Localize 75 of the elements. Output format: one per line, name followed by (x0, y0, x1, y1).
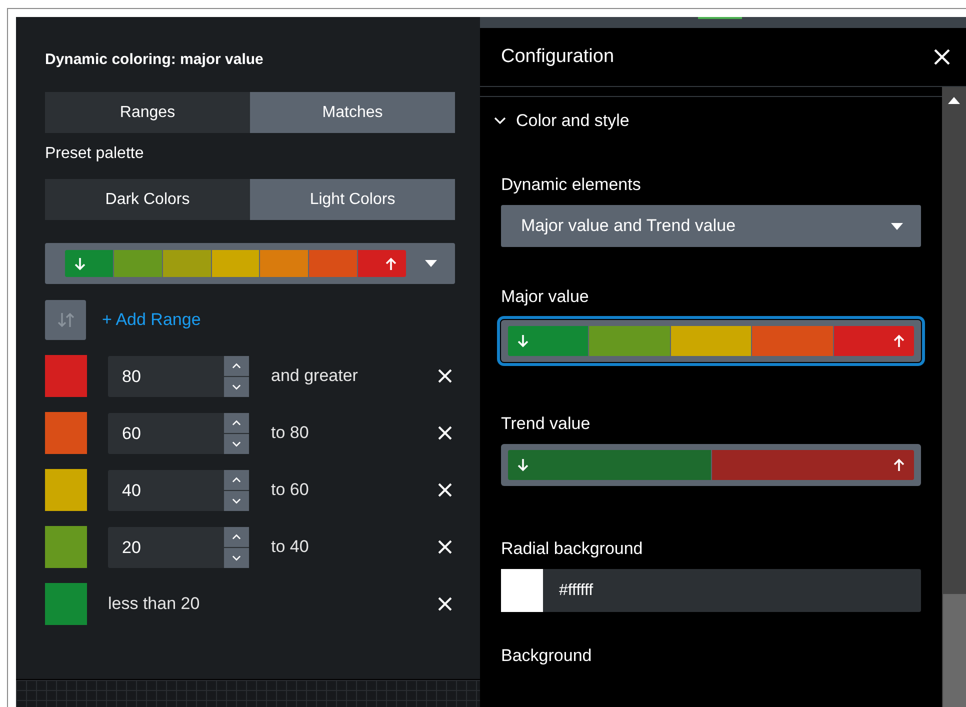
mode-tab[interactable]: Ranges (45, 92, 250, 133)
chevron-down-icon (232, 498, 241, 504)
palette-tab[interactable]: Dark Colors (45, 179, 250, 220)
range-label: less than 20 (108, 594, 200, 614)
field-label: Dynamic elements (501, 175, 642, 195)
range-label: to 80 (271, 423, 309, 443)
close-icon (438, 597, 452, 611)
chevron-down-icon (232, 554, 241, 560)
active-indicator (698, 17, 742, 19)
remove-button[interactable] (438, 540, 452, 554)
sort-arrows-icon (56, 312, 74, 328)
caret-icon (891, 222, 903, 230)
palette-label: Preset palette (45, 145, 145, 164)
field-label: Major value (501, 287, 590, 307)
increment-button[interactable] (224, 356, 249, 376)
color-swatch[interactable] (45, 526, 87, 568)
palette-tab[interactable]: Light Colors (250, 179, 455, 220)
color-input[interactable]: #ffffff (501, 569, 921, 612)
color-swatch[interactable] (45, 583, 87, 625)
close-icon (438, 369, 452, 383)
chevron-down-icon (232, 440, 241, 446)
popover-title: Dynamic coloring: major value (45, 50, 264, 70)
increment-button[interactable] (224, 412, 249, 432)
caret-icon (425, 260, 437, 267)
decrement-button[interactable] (224, 376, 249, 396)
close-icon (438, 483, 452, 497)
close-icon (438, 426, 452, 440)
chevron-up-icon (232, 476, 241, 482)
palette-dropdown[interactable] (45, 243, 455, 284)
close-icon (934, 49, 950, 65)
field-label: Trend value (501, 414, 592, 434)
mode-tab[interactable]: Matches (250, 92, 455, 133)
panel-title: Configuration (501, 46, 614, 68)
close-icon (438, 540, 452, 554)
remove-button[interactable] (438, 597, 452, 611)
increment-button[interactable] (224, 526, 249, 546)
chevron-up-icon (232, 534, 241, 540)
chevron-down-icon (232, 384, 241, 390)
range-label: to 40 (271, 537, 309, 557)
down-arrow-icon (517, 458, 529, 472)
chevron-up-icon (232, 420, 241, 426)
up-arrow-icon (893, 458, 905, 472)
up-arrow-icon (893, 334, 906, 348)
number-input[interactable]: 20 (108, 526, 249, 568)
range-label: and greater (271, 366, 358, 386)
down-arrow-icon (517, 334, 529, 348)
decrement-button[interactable] (224, 548, 249, 568)
add-range-link[interactable]: + Add Range (102, 310, 201, 330)
number-input[interactable]: 40 (108, 470, 249, 510)
color-swatch[interactable] (45, 355, 87, 397)
color-bar-picker[interactable] (501, 320, 921, 362)
close-button[interactable] (934, 49, 950, 65)
remove-button[interactable] (438, 369, 452, 383)
remove-button[interactable] (438, 483, 452, 497)
color-bar-picker[interactable] (501, 444, 921, 486)
remove-button[interactable] (438, 426, 452, 440)
dropdown[interactable]: Major value and Trend value (501, 205, 921, 247)
up-arrow-icon (385, 256, 398, 270)
range-label: to 60 (271, 480, 309, 500)
color-swatch[interactable] (45, 412, 87, 454)
section-header[interactable]: Color and style (494, 109, 630, 133)
increment-button[interactable] (224, 470, 249, 490)
chevron-up-icon (232, 362, 241, 368)
decrement-button[interactable] (224, 490, 249, 510)
scrollbar[interactable] (942, 87, 966, 707)
scroll-up-icon (948, 97, 960, 104)
number-input[interactable]: 60 (108, 412, 249, 454)
decrement-button[interactable] (224, 434, 249, 454)
chevron-icon (494, 117, 506, 125)
down-arrow-icon (74, 256, 86, 270)
color-swatch[interactable] (45, 469, 87, 511)
field-label: Background (501, 646, 593, 666)
field-label: Radial background (501, 539, 644, 559)
number-input[interactable]: 80 (108, 356, 249, 396)
scroll-thumb[interactable] (943, 594, 966, 707)
